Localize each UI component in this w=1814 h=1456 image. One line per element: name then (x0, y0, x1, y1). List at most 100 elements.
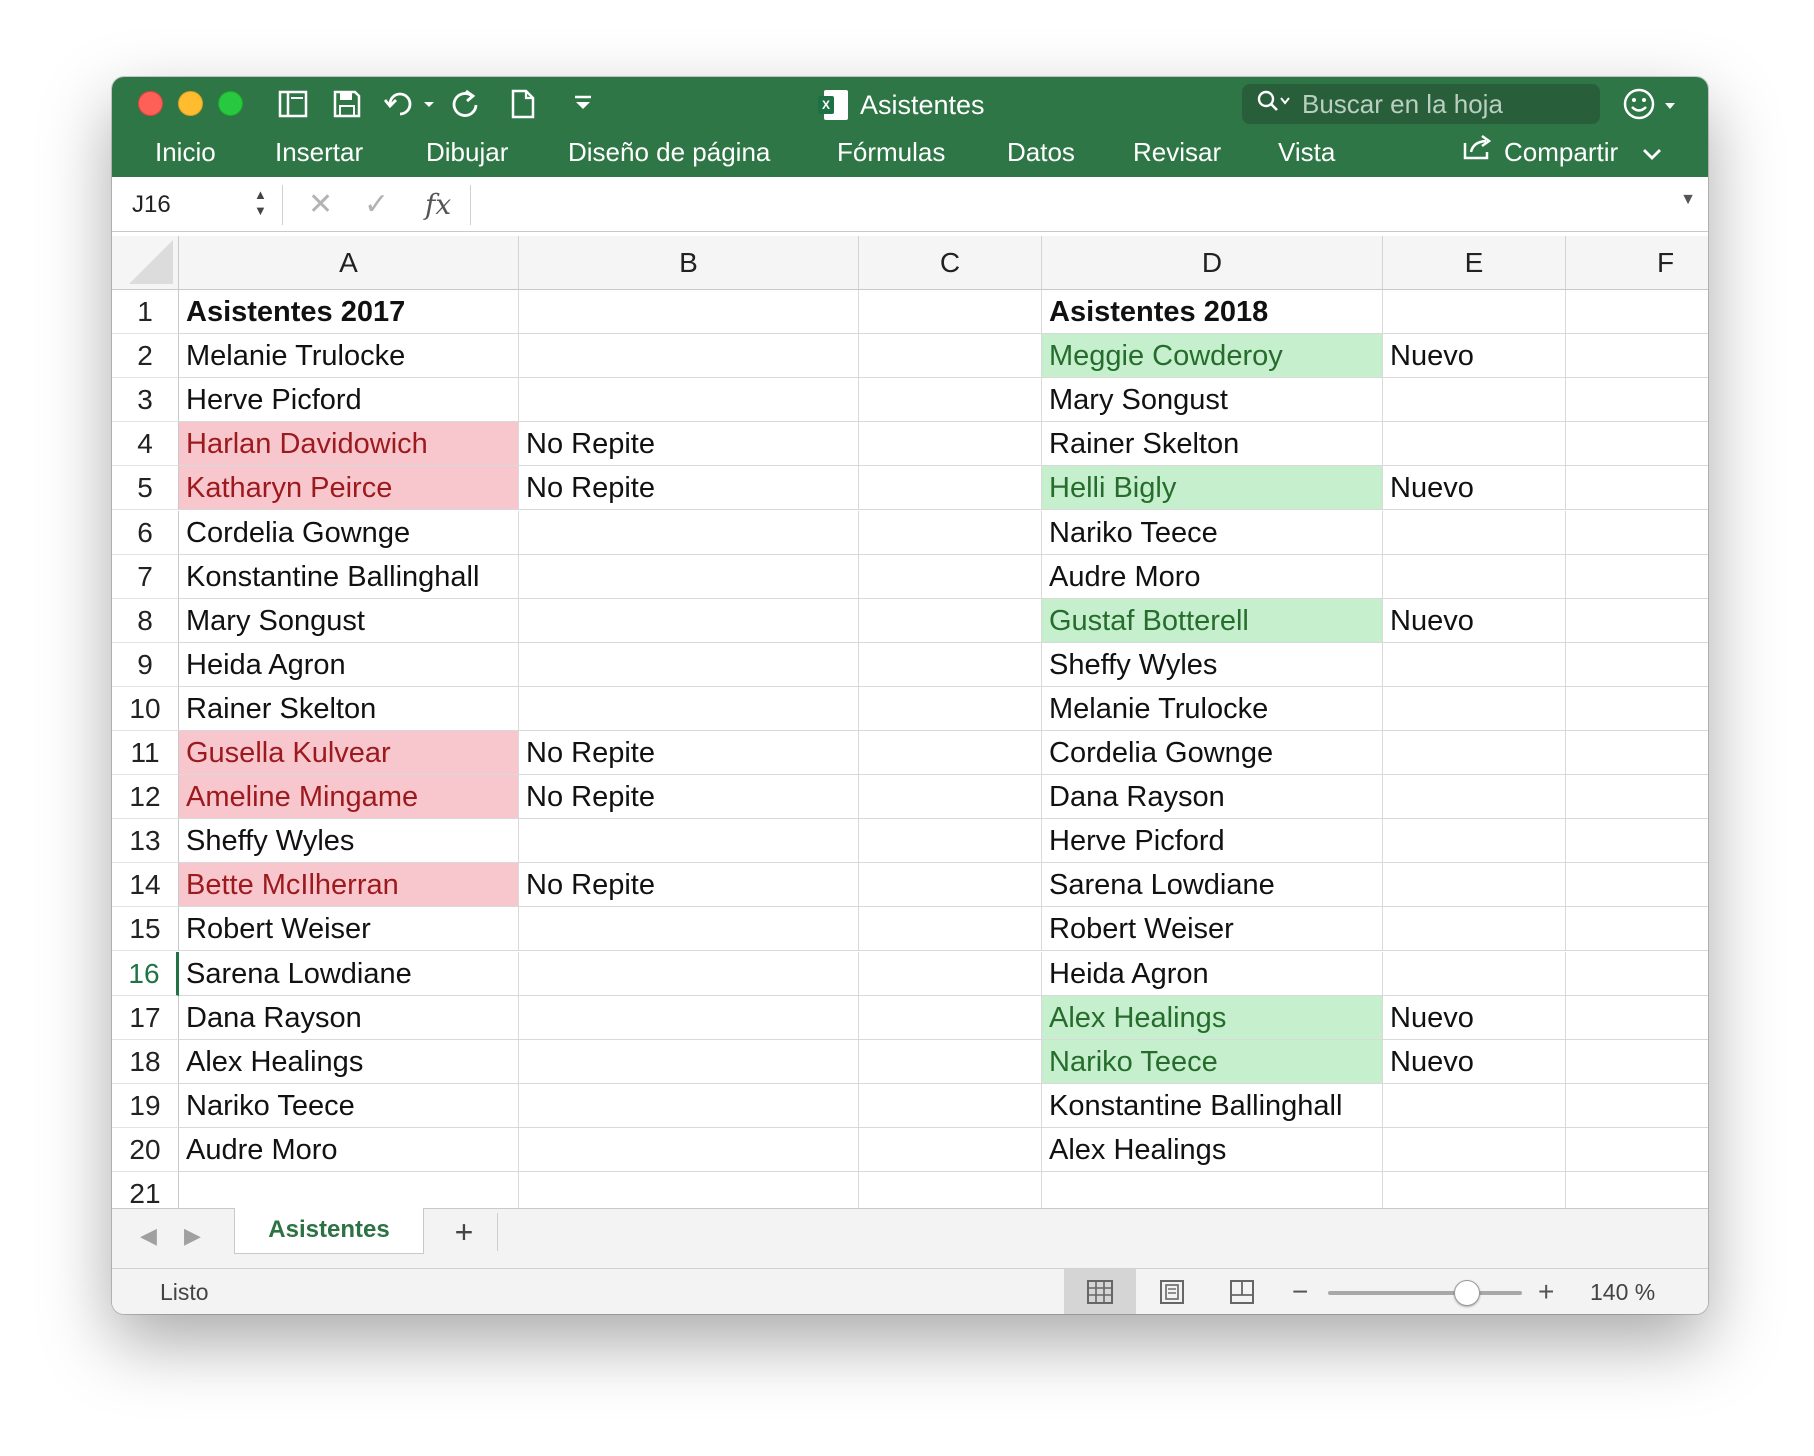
cell-c16[interactable] (859, 951, 1042, 996)
row-header-7[interactable]: 7 (112, 554, 179, 599)
minimize-window-button[interactable] (178, 91, 203, 116)
cell-a10[interactable]: Rainer Skelton (179, 686, 519, 731)
next-sheet-icon[interactable]: ▶ (184, 1223, 201, 1249)
maximize-window-button[interactable] (218, 91, 243, 116)
cell-f17[interactable] (1566, 996, 1708, 1040)
add-sheet-icon[interactable]: + (442, 1215, 486, 1249)
cell-a5[interactable]: Katharyn Peirce (179, 466, 519, 511)
previous-sheet-icon[interactable]: ◀ (140, 1223, 157, 1249)
cell-b14[interactable]: No Repite (519, 863, 859, 908)
cell-b17[interactable] (519, 995, 859, 1040)
cell-e18[interactable]: Nuevo (1383, 1039, 1566, 1084)
cell-b16[interactable] (519, 951, 859, 996)
cell-c12[interactable] (859, 775, 1042, 820)
cell-b4[interactable]: No Repite (519, 422, 859, 467)
cell-a16[interactable]: Sarena Lowdiane (179, 951, 519, 996)
cell-d18[interactable]: Nariko Teece (1042, 1039, 1383, 1084)
save-icon[interactable] (330, 87, 370, 121)
page-layout-view-icon[interactable] (1136, 1269, 1208, 1314)
cell-c3[interactable] (859, 378, 1042, 423)
cell-b12[interactable]: No Repite (519, 775, 859, 820)
column-header-f[interactable]: F (1566, 236, 1708, 290)
normal-view-icon[interactable] (1064, 1269, 1136, 1314)
cell-d4[interactable]: Rainer Skelton (1042, 422, 1383, 467)
cell-d7[interactable]: Audre Moro (1042, 554, 1383, 599)
cell-d3[interactable]: Mary Songust (1042, 378, 1383, 423)
zoom-out-icon[interactable]: − (1292, 1269, 1308, 1314)
cell-f15[interactable] (1566, 907, 1708, 952)
confirm-check-icon[interactable]: ✓ (364, 187, 389, 223)
cell-f3[interactable] (1566, 378, 1708, 423)
cell-d8[interactable]: Gustaf Botterell (1042, 598, 1383, 643)
ribbon-collapse-icon[interactable] (1642, 133, 1662, 171)
cell-c17[interactable] (859, 995, 1042, 1040)
cell-b11[interactable]: No Repite (519, 731, 859, 775)
cell-d19[interactable]: Konstantine Ballinghall (1042, 1083, 1383, 1128)
row-header-16[interactable]: 16 (112, 951, 179, 996)
cell-e5[interactable]: Nuevo (1383, 466, 1566, 511)
tab-diseno-pagina[interactable]: Diseño de página (568, 133, 770, 171)
cancel-icon[interactable]: ✕ (308, 187, 333, 223)
customize-toolbar-icon[interactable] (566, 87, 606, 121)
search-input[interactable] (1302, 88, 1592, 120)
row-header-11[interactable]: 11 (112, 731, 179, 775)
cell-e7[interactable] (1383, 554, 1566, 599)
cell-e19[interactable] (1383, 1083, 1566, 1128)
cell-a11[interactable]: Gusella Kulvear (179, 731, 519, 775)
cell-f18[interactable] (1566, 1040, 1708, 1084)
row-header-9[interactable]: 9 (112, 642, 179, 687)
cell-c11[interactable] (859, 731, 1042, 775)
cell-d10[interactable]: Melanie Trulocke (1042, 686, 1383, 731)
tab-insertar[interactable]: Insertar (275, 133, 363, 171)
cell-e12[interactable] (1383, 775, 1566, 820)
cell-d5[interactable]: Helli Bigly (1042, 466, 1383, 511)
insert-function-icon[interactable]: fx (425, 187, 451, 223)
tab-revisar[interactable]: Revisar (1133, 133, 1221, 171)
cell-e9[interactable] (1383, 642, 1566, 687)
row-header-5[interactable]: 5 (112, 466, 179, 511)
cell-a19[interactable]: Nariko Teece (179, 1083, 519, 1128)
cell-a9[interactable]: Heida Agron (179, 642, 519, 687)
share-button[interactable]: Compartir (1462, 133, 1662, 171)
tab-datos[interactable]: Datos (1007, 133, 1075, 171)
cell-c7[interactable] (859, 554, 1042, 599)
page-break-view-icon[interactable] (1206, 1269, 1278, 1314)
row-header-15[interactable]: 15 (112, 907, 179, 952)
cell-e16[interactable] (1383, 951, 1566, 996)
cell-d2[interactable]: Meggie Cowderoy (1042, 334, 1383, 379)
row-header-17[interactable]: 17 (112, 995, 179, 1040)
cell-f13[interactable] (1566, 819, 1708, 864)
cell-b13[interactable] (519, 819, 859, 864)
cell-b1[interactable] (519, 290, 859, 334)
cell-e14[interactable] (1383, 863, 1566, 908)
new-document-icon[interactable] (506, 87, 546, 121)
cell-c18[interactable] (859, 1039, 1042, 1084)
cell-c9[interactable] (859, 642, 1042, 687)
zoom-slider-thumb[interactable] (1453, 1280, 1480, 1306)
cell-c20[interactable] (859, 1127, 1042, 1172)
row-header-6[interactable]: 6 (112, 510, 179, 555)
row-header-13[interactable]: 13 (112, 819, 179, 864)
cell-b3[interactable] (519, 378, 859, 423)
cell-a20[interactable]: Audre Moro (179, 1127, 519, 1172)
cell-c2[interactable] (859, 334, 1042, 379)
cell-f5[interactable] (1566, 466, 1708, 511)
cell-f10[interactable] (1566, 687, 1708, 731)
name-box-stepper-icon[interactable]: ▲ ▼ (254, 187, 267, 219)
row-header-2[interactable]: 2 (112, 334, 179, 379)
cell-f2[interactable] (1566, 334, 1708, 379)
cell-f6[interactable] (1566, 511, 1708, 555)
tab-formulas[interactable]: Fórmulas (837, 133, 945, 171)
cell-b6[interactable] (519, 510, 859, 555)
cell-c8[interactable] (859, 598, 1042, 643)
cell-f1[interactable] (1566, 290, 1708, 334)
column-header-d[interactable]: D (1042, 236, 1383, 290)
cell-a2[interactable]: Melanie Trulocke (179, 334, 519, 379)
cell-e10[interactable] (1383, 686, 1566, 731)
cell-e6[interactable] (1383, 510, 1566, 555)
cell-d15[interactable]: Robert Weiser (1042, 907, 1383, 952)
cell-d16[interactable]: Heida Agron (1042, 951, 1383, 996)
cell-f14[interactable] (1566, 863, 1708, 908)
row-header-4[interactable]: 4 (112, 422, 179, 467)
row-header-3[interactable]: 3 (112, 378, 179, 423)
